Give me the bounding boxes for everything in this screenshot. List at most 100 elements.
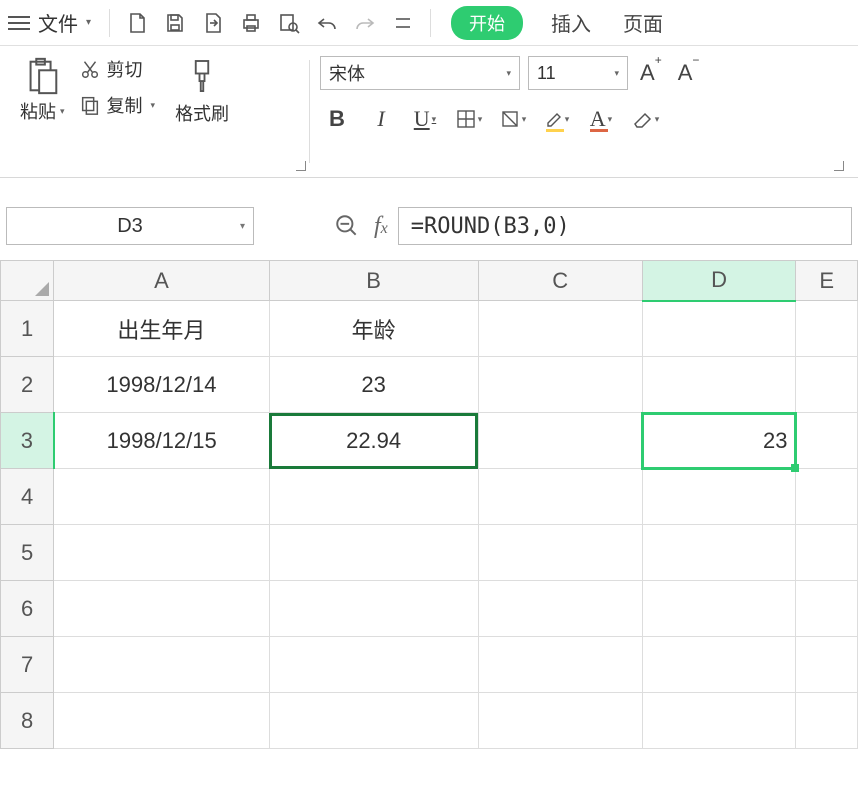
cell-a7[interactable] (54, 637, 269, 693)
export-icon[interactable] (196, 6, 230, 40)
cell-e6[interactable] (796, 581, 858, 637)
eraser-button[interactable]: ▾ (628, 102, 662, 136)
cell-d3[interactable]: 23 (642, 413, 796, 469)
name-box[interactable]: D3 ▾ (6, 207, 254, 245)
highlight-button[interactable]: ▾ (540, 102, 574, 136)
cell-a4[interactable] (54, 469, 269, 525)
cell-e1[interactable] (796, 301, 858, 357)
menu-bar: 文件 ▾ 开始 插入 页面 (0, 0, 858, 46)
fx-icon[interactable]: fx (374, 213, 388, 240)
tab-page[interactable]: 页面 (623, 8, 663, 37)
copy-button[interactable]: 复制▾ (79, 92, 156, 118)
paste-button[interactable]: 粘贴▾ (20, 56, 65, 124)
font-family-value: 宋体 (329, 60, 365, 86)
row-header-8[interactable]: 8 (1, 693, 54, 749)
cell-d2[interactable] (642, 357, 796, 413)
cell-fill-button[interactable]: ▾ (496, 102, 530, 136)
cell-b6[interactable] (269, 581, 478, 637)
cell-a6[interactable] (54, 581, 269, 637)
formula-input[interactable]: =ROUND(B3,0) (398, 207, 852, 245)
cell-b4[interactable] (269, 469, 478, 525)
cell-c5[interactable] (478, 525, 642, 581)
cell-b2[interactable]: 23 (269, 357, 478, 413)
cell-e4[interactable] (796, 469, 858, 525)
col-header-b[interactable]: B (269, 261, 478, 301)
underline-button[interactable]: U▾ (408, 102, 442, 136)
col-header-c[interactable]: C (478, 261, 642, 301)
cell-b5[interactable] (269, 525, 478, 581)
format-painter-button[interactable]: 格式刷 (175, 56, 229, 126)
shrink-font-button[interactable]: A− (674, 60, 704, 86)
cell-e2[interactable] (796, 357, 858, 413)
col-header-d[interactable]: D (642, 261, 796, 301)
cell-b8[interactable] (269, 693, 478, 749)
cell-c6[interactable] (478, 581, 642, 637)
print-icon[interactable] (234, 6, 268, 40)
cell-d7[interactable] (642, 637, 796, 693)
cell-e8[interactable] (796, 693, 858, 749)
cell-d3-value: 23 (763, 428, 787, 453)
font-color-button[interactable]: A▾ (584, 102, 618, 136)
cell-a1[interactable]: 出生年月 (54, 301, 269, 357)
cell-e3[interactable] (796, 413, 858, 469)
borders-button[interactable]: ▾ (452, 102, 486, 136)
font-launcher-icon[interactable] (834, 161, 844, 171)
bold-button[interactable]: B (320, 102, 354, 136)
cell-c8[interactable] (478, 693, 642, 749)
file-menu[interactable]: 文件 (38, 8, 78, 37)
name-box-value: D3 (117, 215, 143, 238)
cell-d4[interactable] (642, 469, 796, 525)
cell-a8[interactable] (54, 693, 269, 749)
row-header-5[interactable]: 5 (1, 525, 54, 581)
cell-e7[interactable] (796, 637, 858, 693)
tab-insert[interactable]: 插入 (551, 8, 591, 37)
clipboard-launcher-icon[interactable] (296, 161, 306, 171)
cell-d1[interactable] (642, 301, 796, 357)
undo-icon[interactable] (310, 6, 344, 40)
font-size-select[interactable]: 11▾ (528, 56, 628, 90)
font-family-select[interactable]: 宋体▾ (320, 56, 520, 90)
cell-c4[interactable] (478, 469, 642, 525)
redo-icon[interactable] (348, 6, 382, 40)
print-preview-icon[interactable] (272, 6, 306, 40)
zoom-out-icon[interactable] (334, 213, 360, 239)
cell-c7[interactable] (478, 637, 642, 693)
cell-e5[interactable] (796, 525, 858, 581)
cell-b1[interactable]: 年龄 (269, 301, 478, 357)
cell-d5[interactable] (642, 525, 796, 581)
row-header-2[interactable]: 2 (1, 357, 54, 413)
menu-icon[interactable] (8, 16, 30, 30)
cell-b7[interactable] (269, 637, 478, 693)
col-header-a[interactable]: A (54, 261, 269, 301)
tab-start[interactable]: 开始 (451, 6, 523, 40)
separator (430, 9, 431, 37)
cell-c2[interactable] (478, 357, 642, 413)
file-dropdown-icon[interactable]: ▾ (86, 17, 91, 28)
select-all-corner[interactable] (1, 261, 54, 301)
cell-a3[interactable]: 1998/12/15 (54, 413, 269, 469)
customize-qat-icon[interactable] (386, 6, 420, 40)
row-header-3[interactable]: 3 (1, 413, 54, 469)
new-doc-icon[interactable] (120, 6, 154, 40)
grow-font-button[interactable]: A+ (636, 60, 666, 86)
row-header-4[interactable]: 4 (1, 469, 54, 525)
cut-label: 剪切 (107, 56, 143, 82)
cell-a5[interactable] (54, 525, 269, 581)
cell-d8[interactable] (642, 693, 796, 749)
row-header-7[interactable]: 7 (1, 637, 54, 693)
name-box-dropdown-icon[interactable]: ▾ (240, 221, 245, 232)
col-header-e[interactable]: E (796, 261, 858, 301)
cell-b3[interactable]: 22.94 (269, 413, 478, 469)
paste-label: 粘贴 (20, 98, 56, 124)
row-header-1[interactable]: 1 (1, 301, 54, 357)
save-icon[interactable] (158, 6, 192, 40)
cell-c3[interactable] (478, 413, 642, 469)
cell-a2[interactable]: 1998/12/14 (54, 357, 269, 413)
cell-d6[interactable] (642, 581, 796, 637)
formula-value: =ROUND(B3,0) (411, 214, 570, 239)
italic-button[interactable]: I (364, 102, 398, 136)
cut-button[interactable]: 剪切 (79, 56, 156, 82)
row-header-6[interactable]: 6 (1, 581, 54, 637)
ribbon: 粘贴▾ 剪切 复制▾ 格式刷 (0, 46, 858, 178)
cell-c1[interactable] (478, 301, 642, 357)
